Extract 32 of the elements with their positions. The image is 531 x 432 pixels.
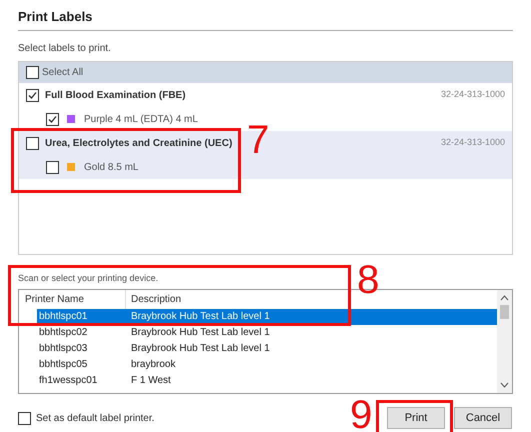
printer-row[interactable]: bbhtlspc01 Braybrook Hub Test Lab level 1 [37,309,497,325]
tube-label: Purple 4 mL (EDTA) 4 mL [84,112,198,126]
test-name: Full Blood Examination (FBE) [45,88,186,102]
test-name: Urea, Electrolytes and Creatinine (UEC) [45,136,232,150]
default-printer-label: Set as default label printer. [36,412,154,426]
tube-label: Gold 8.5 mL [84,160,138,174]
printer-row[interactable]: fh1wesspc01 F 1 West [37,373,497,389]
annotation-number: 9 [350,393,372,432]
printer-name: bbhtlspc02 [38,326,88,340]
dialog-title: Print Labels [18,8,94,26]
print-button[interactable]: Print [387,407,445,429]
printer-row[interactable]: bbhtlspc03 Braybrook Hub Test Lab level 1 [37,341,497,357]
printer-description: Braybrook Hub Test Lab level 1 [130,342,270,356]
annotation-number: 8 [357,258,380,302]
printer-description: Braybrook Hub Test Lab level 1 [130,326,270,340]
printer-row[interactable]: bbhtlspc02 Braybrook Hub Test Lab level 1 [37,325,497,341]
annotation-number: 7 [247,118,270,162]
cancel-button[interactable]: Cancel [454,407,512,429]
printer-description: Braybrook Hub Test Lab level 1 [130,310,270,324]
printer-name: bbhtlspc03 [38,342,88,356]
printer-row[interactable]: bbhtlspc05 braybrook [37,357,497,373]
printer-name: bbhtlspc01 [38,310,88,324]
select-all-label: Select All [42,66,84,80]
instruction-text: Scan or select your printing device. [18,272,158,284]
printer-description: F 1 West [130,374,171,388]
test-code: 32-24-313-1000 [440,136,505,150]
printer-name: fh1wesspc01 [38,374,98,388]
column-header: Description [130,293,182,307]
printer-name: bbhtlspc05 [38,358,88,372]
instruction-text: Select labels to print. [18,43,111,55]
printer-description: braybrook [130,358,176,372]
test-code: 32-24-313-1000 [440,88,505,102]
